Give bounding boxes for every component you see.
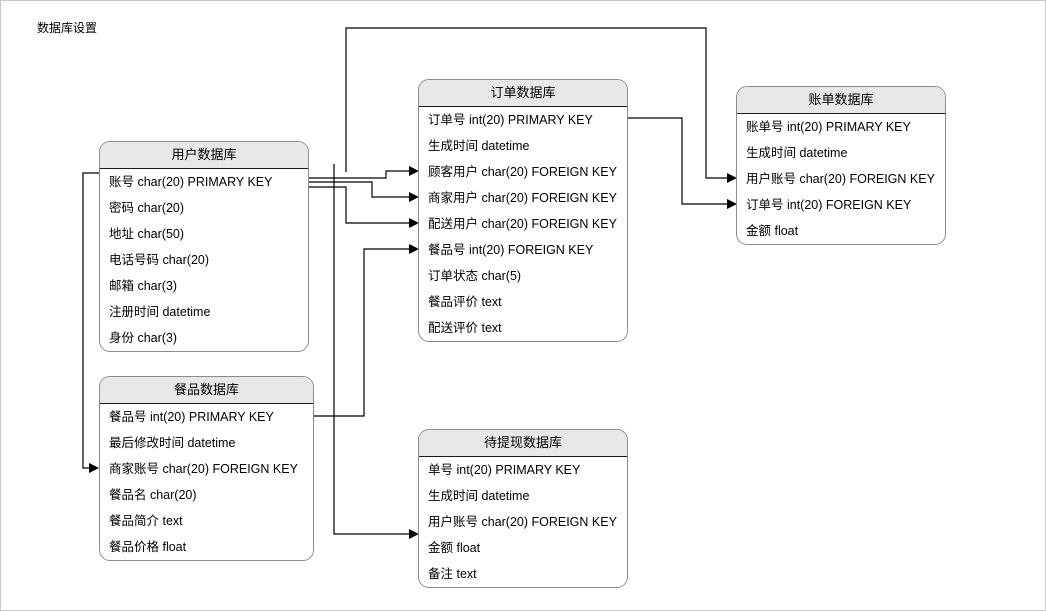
entity-field: 单号 int(20) PRIMARY KEY (428, 463, 581, 477)
entity-field: 餐品号 int(20) PRIMARY KEY (109, 410, 274, 424)
relation-user-to-dish-merchant (82, 172, 99, 473)
entity-bill-db[interactable]: 账单数据库 账单号 int(20) PRIMARY KEY 生成时间 dateti… (736, 86, 946, 245)
relation-dish-to-order-dish (314, 244, 419, 417)
entity-field: 身份 char(3) (109, 331, 178, 345)
entity-title-dish-db: 餐品数据库 (100, 377, 313, 404)
entity-field: 餐品简介 text (109, 514, 183, 528)
entity-field: 生成时间 datetime (428, 489, 530, 503)
entity-field: 最后修改时间 datetime (109, 436, 236, 450)
diagram-canvas: 数据库设置 用户数据库 账号 char(20) PRIMARY KEY 密码 c… (0, 0, 1046, 611)
relation-user-to-withdraw-account (333, 164, 419, 539)
entity-field: 邮箱 char(3) (109, 279, 178, 293)
entity-title-bill-db: 账单数据库 (737, 87, 945, 114)
entity-field: 餐品名 char(20) (109, 488, 197, 502)
entity-field: 金额 float (746, 224, 799, 238)
entity-field: 餐品号 int(20) FOREIGN KEY (428, 243, 594, 257)
entity-order-db[interactable]: 订单数据库 订单号 int(20) PRIMARY KEY 生成时间 dateti… (418, 79, 628, 342)
entity-field: 用户账号 char(20) FOREIGN KEY (428, 515, 617, 529)
entity-dish-db[interactable]: 餐品数据库 餐品号 int(20) PRIMARY KEY 最后修改时间 date… (99, 376, 314, 561)
entity-field: 订单状态 char(5) (428, 269, 522, 283)
entity-field: 账号 char(20) PRIMARY KEY (109, 175, 273, 189)
entity-field: 订单号 int(20) PRIMARY KEY (428, 113, 593, 127)
entity-field: 商家账号 char(20) FOREIGN KEY (109, 462, 298, 476)
entity-field: 注册时间 datetime (109, 305, 211, 319)
entity-field: 金额 float (428, 541, 481, 555)
entity-field: 餐品价格 float (109, 540, 187, 554)
entity-field: 备注 text (428, 567, 477, 581)
entity-field: 顾客用户 char(20) FOREIGN KEY (428, 165, 617, 179)
entity-field: 地址 char(50) (109, 227, 185, 241)
relation-user-to-order-merchant (309, 181, 419, 202)
diagram-title: 数据库设置 (37, 21, 98, 35)
entity-fields-bill-db: 账单号 int(20) PRIMARY KEY 生成时间 datetime 用户账号… (737, 114, 945, 244)
entity-field: 订单号 int(20) FOREIGN KEY (746, 198, 912, 212)
entity-field: 生成时间 datetime (428, 139, 530, 153)
entity-field: 餐品评价 text (428, 295, 502, 309)
entity-user-db[interactable]: 用户数据库 账号 char(20) PRIMARY KEY 密码 char(20)… (99, 141, 309, 352)
entity-field: 电话号码 char(20) (109, 253, 210, 267)
entity-field: 用户账号 char(20) FOREIGN KEY (746, 172, 935, 186)
entity-field: 账单号 int(20) PRIMARY KEY (746, 120, 911, 134)
relation-user-to-order-courier (309, 186, 419, 228)
entity-field: 生成时间 datetime (746, 146, 848, 160)
entity-withdraw-db[interactable]: 待提现数据库 单号 int(20) PRIMARY KEY 生成时间 dateti… (418, 429, 628, 588)
entity-field: 商家用户 char(20) FOREIGN KEY (428, 191, 617, 205)
entity-fields-dish-db: 餐品号 int(20) PRIMARY KEY 最后修改时间 datetime 商家… (100, 404, 313, 560)
relation-order-to-bill-order (628, 117, 737, 209)
entity-field: 配送评价 text (428, 321, 502, 335)
entity-title-user-db: 用户数据库 (100, 142, 308, 169)
entity-field: 密码 char(20) (109, 201, 185, 215)
relation-user-to-order-customer (309, 166, 419, 179)
entity-field: 配送用户 char(20) FOREIGN KEY (428, 217, 617, 231)
entity-fields-user-db: 账号 char(20) PRIMARY KEY 密码 char(20) 地址 cha… (100, 169, 308, 351)
entity-title-order-db: 订单数据库 (419, 80, 627, 107)
entity-fields-withdraw-db: 单号 int(20) PRIMARY KEY 生成时间 datetime 用户账号 … (419, 457, 627, 587)
entity-title-withdraw-db: 待提现数据库 (419, 430, 627, 457)
entity-fields-order-db: 订单号 int(20) PRIMARY KEY 生成时间 datetime 顾客用户… (419, 107, 627, 341)
